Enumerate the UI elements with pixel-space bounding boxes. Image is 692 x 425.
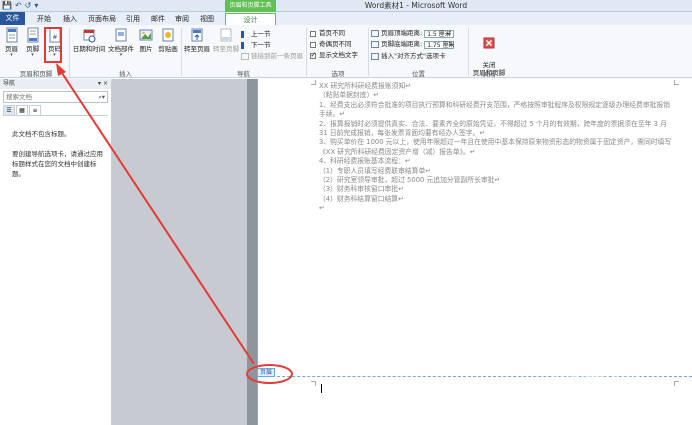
header-top-distance: 页眉顶端距离: 1.5 厘米	[371, 29, 455, 38]
goto-header-button[interactable]: 转至页眉	[183, 27, 211, 53]
dropdown-arrow-icon: ▾	[31, 52, 34, 58]
doc-line: ↵	[319, 204, 325, 213]
calendar-icon	[83, 29, 96, 43]
group-label-insert: 插入	[119, 70, 132, 78]
dropdown-arrow-icon: ▾	[119, 52, 123, 58]
show-document-text-checkbox[interactable]: 显示文档文字	[310, 51, 358, 60]
dropdown-arrow-icon: ▾	[10, 52, 13, 58]
doc-line: （3）财务科审核窗口审批↵	[319, 185, 404, 194]
watermark: 搜狗指南 zhinan.sogou.com	[533, 346, 641, 380]
footer-bottom-input[interactable]: 1.75 厘米	[424, 40, 454, 49]
nav-view-tabs: ☰ ▦ ≡	[3, 105, 108, 116]
doc-line: 1、经费支出必须符合批准的项目执行预算和科研经费开支范围，严格按照审批程序及权限…	[319, 100, 670, 119]
tab-file[interactable]: 文件	[0, 12, 25, 25]
nav-search-input[interactable]: 搜索文档 ⌕▾	[3, 91, 108, 103]
footer-icon	[27, 27, 38, 43]
link-icon	[241, 53, 249, 60]
close-icon	[483, 37, 495, 49]
group-label-close: 关闭	[482, 70, 496, 78]
group-label-header-footer: 页眉和页脚	[19, 70, 53, 78]
goto-footer-label: 转至页脚	[213, 45, 239, 53]
ribbon: 页眉 ▾ 页脚 ▾ # 页码 ▾ 页眉和页脚 日期和时间 文档部件 ▾ 图片 剪贴画 插…	[0, 25, 692, 78]
tab-references[interactable]: 引用	[123, 13, 143, 25]
results-view-tab[interactable]: ≡	[29, 105, 41, 115]
nav-no-headings-message: 此文档不包含标题。	[12, 130, 71, 138]
tab-mailings[interactable]: 邮件	[148, 13, 168, 25]
picture-icon	[139, 29, 153, 41]
next-section-button[interactable]: 下一节	[241, 41, 271, 50]
alignment-tab-icon	[371, 53, 379, 60]
header-icon	[6, 27, 17, 43]
goto-footer-button[interactable]: 转至页脚	[212, 27, 240, 53]
doc-line: 4、科研经费报账基本流程：↵	[319, 157, 411, 166]
footer-button[interactable]: 页脚 ▾	[24, 27, 41, 58]
tab-insert[interactable]: 插入	[59, 13, 81, 25]
nav-pane-header: 导航 ▾ ×	[0, 79, 111, 89]
tab-review[interactable]: 审阅	[172, 13, 192, 25]
picture-button[interactable]: 图片	[137, 27, 155, 53]
text-cursor	[321, 384, 322, 393]
previous-icon	[241, 31, 249, 38]
footer-bottom-distance: 页脚底端距离: 1.75 厘米	[371, 40, 454, 49]
watermark-domain: zhinan.sogou.com	[551, 370, 641, 380]
tab-page-layout[interactable]: 页面布局	[85, 13, 119, 25]
window-title: Word素材1 - Microsoft Word	[364, 1, 468, 10]
doc-line: 3、购买单价在 1000 元以上，使用年限超过一年且在使用中基本保持原来物资形态…	[319, 138, 672, 156]
doc-parts-icon	[115, 28, 127, 42]
group-label-navigation: 导航	[237, 70, 250, 78]
goto-footer-icon	[220, 28, 232, 42]
nav-help-message: 要创建导航选项卡，请通过应用标题样式在您的文档中创建标题。	[12, 150, 103, 178]
pages-view-tab[interactable]: ▦	[16, 105, 28, 115]
title-bar: 💾 ↶ ↺ ▾ 页眉和页脚工具 Word素材1 - Microsoft Word	[0, 0, 692, 12]
tab-view[interactable]: 视图	[197, 13, 217, 25]
group-label-options: 选项	[331, 70, 345, 78]
doc-line: 2、报算报销时必须提供真实、合法、要素齐全的原始凭证，不得超过 5 个月的有效期…	[319, 119, 667, 138]
nav-pane-title: 导航	[3, 80, 16, 87]
tab-design[interactable]: 设计	[225, 13, 276, 25]
group-label-position: 位置	[412, 70, 425, 78]
tab-home[interactable]: 开始	[33, 13, 55, 25]
search-icon[interactable]: ⌕▾	[98, 92, 105, 103]
date-time-label: 日期和时间	[72, 45, 106, 53]
header-top-input[interactable]: 1.5 厘米	[424, 29, 455, 38]
different-odd-even-checkbox[interactable]: 奇偶页不同	[310, 40, 352, 49]
doc-line: XX 研究所科研经费报账须知↵	[319, 82, 411, 90]
watermark-brand: 搜狗指南	[533, 350, 602, 369]
clipart-label: 剪贴画	[158, 45, 178, 53]
picture-label: 图片	[139, 45, 153, 53]
previous-section-button[interactable]: 上一节	[241, 30, 271, 39]
footer-position-icon	[371, 41, 379, 48]
navigation-pane: 导航 ▾ × 搜索文档 ⌕▾ ☰ ▦ ≡ 此文档不包含标题。 要创建导航选项卡，…	[0, 79, 112, 425]
highlight-box-page-number	[44, 27, 62, 63]
link-to-previous-button[interactable]: 链接到前一条页眉	[241, 52, 303, 61]
nav-pane-close-icon[interactable]: ▾ ×	[98, 79, 108, 89]
headings-view-tab[interactable]: ☰	[3, 105, 15, 115]
clipart-icon	[162, 28, 174, 42]
highlight-circle-header-label	[246, 364, 293, 384]
doc-line: （1）专职人员填写经费联审结算单↵	[319, 166, 431, 175]
document-body-text[interactable]: XX 研究所科研经费报账须知↵ （粘贴单据封底）↵ 1、经费支出必须符合批准的项…	[319, 82, 674, 214]
doc-line: （粘贴单据封底）↵	[319, 91, 380, 100]
date-time-button[interactable]: 日期和时间	[72, 27, 106, 53]
different-first-page-checkbox[interactable]: 首页不同	[310, 29, 345, 38]
doc-line: （4）财务科结算窗口结算↵	[319, 194, 404, 203]
next-icon	[241, 42, 249, 49]
goto-header-label: 转至页眉	[184, 45, 210, 53]
header-position-icon	[371, 30, 379, 37]
goto-header-icon	[191, 28, 203, 42]
insert-alignment-tab-button[interactable]: 插入"对齐方式"选项卡	[371, 52, 445, 61]
clipart-button[interactable]: 剪贴画	[157, 27, 179, 53]
ribbon-tabs: 文件 开始 插入 页面布局 引用 邮件 审阅 视图 设计	[0, 12, 692, 25]
doc-parts-button[interactable]: 文档部件 ▾	[107, 27, 135, 58]
header-button[interactable]: 页眉 ▾	[3, 27, 20, 58]
